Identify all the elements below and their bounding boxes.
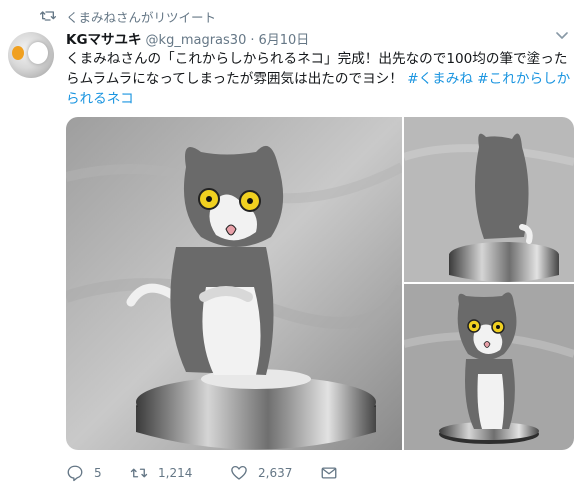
chevron-down-icon[interactable] xyxy=(556,32,568,40)
tweet-text: くまみねさんの「これからしかられるネコ」完成！出先なので100均の筆で塗ったらム… xyxy=(66,49,576,109)
heart-icon xyxy=(231,465,247,480)
photo-main[interactable] xyxy=(66,117,402,450)
author-name[interactable]: KGマサユキ xyxy=(66,28,142,48)
photo-front-small[interactable] xyxy=(404,284,574,450)
tweet-actions: 5 1,214 2,637 xyxy=(66,462,350,484)
envelope-icon xyxy=(321,467,337,479)
tweet-date[interactable]: 6月10日 xyxy=(258,29,309,48)
avatar[interactable] xyxy=(8,32,54,78)
reply-icon xyxy=(67,465,83,482)
avatar-detail xyxy=(12,46,24,60)
photo-back-view[interactable] xyxy=(404,117,574,282)
reply-count: 5 xyxy=(94,466,102,480)
reply-button[interactable]: 5 xyxy=(66,464,130,482)
like-count: 2,637 xyxy=(258,466,293,480)
avatar-detail xyxy=(28,42,48,64)
retweet-count: 1,214 xyxy=(158,466,193,480)
retweet-icon xyxy=(40,11,56,21)
direct-message-button[interactable] xyxy=(320,464,350,482)
author-handle[interactable]: @kg_magras30 xyxy=(146,33,247,48)
media-grid xyxy=(66,117,574,450)
hashtag-link[interactable]: #くまみね xyxy=(407,71,473,87)
retweet-context-label: くまみねさんがリツイート xyxy=(66,9,217,25)
separator-dot: · xyxy=(250,33,255,48)
retweet-icon xyxy=(130,468,148,478)
tweet-header: KGマサユキ @kg_magras30 · 6月10日 xyxy=(66,28,309,48)
retweet-button[interactable]: 1,214 xyxy=(130,464,230,482)
like-button[interactable]: 2,637 xyxy=(230,464,320,482)
retweet-context[interactable]: くまみねさんがリツイート xyxy=(40,6,216,26)
